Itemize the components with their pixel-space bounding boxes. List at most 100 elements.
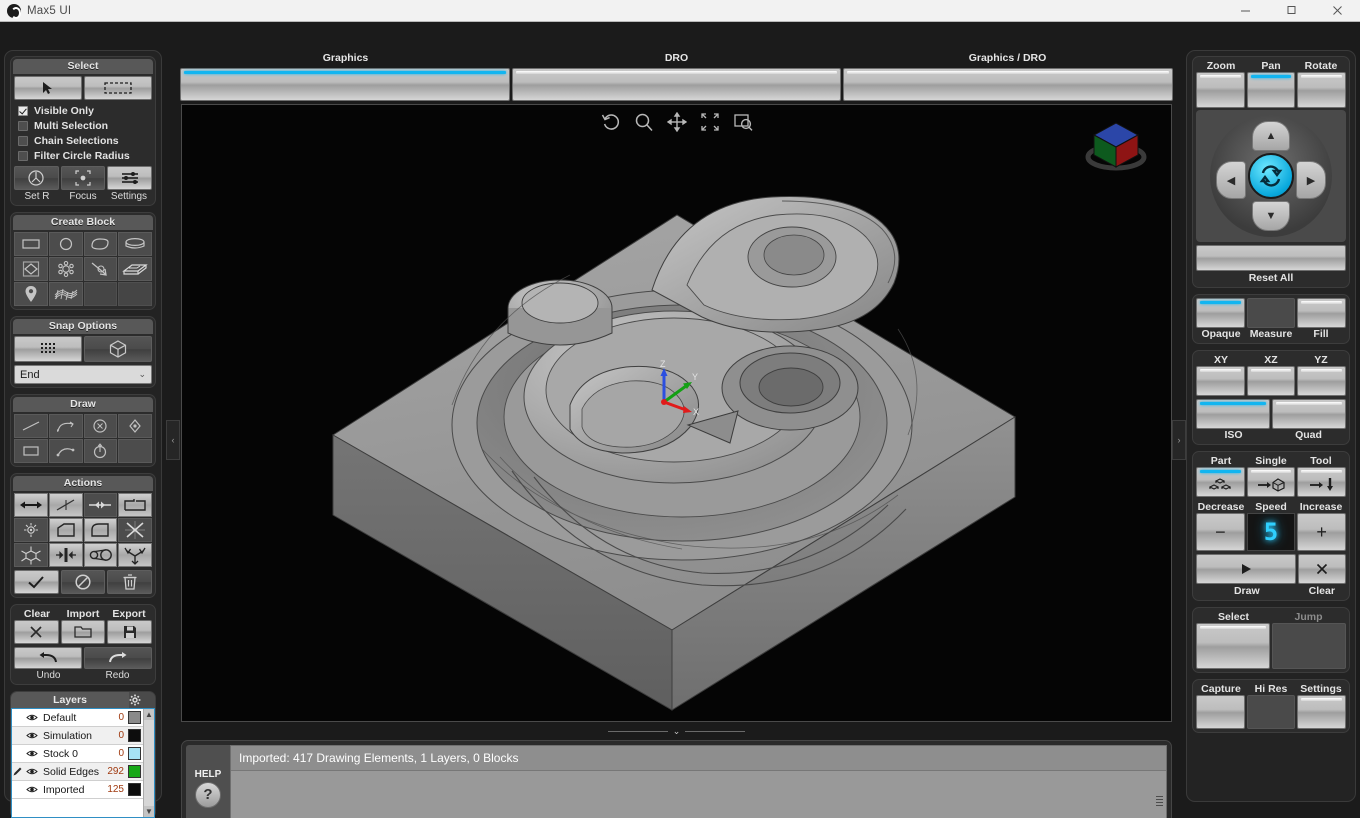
gear-icon[interactable] xyxy=(129,692,155,708)
stacked-parts-icon[interactable] xyxy=(1196,467,1245,497)
undo-button[interactable] xyxy=(14,647,82,669)
undo-view-icon[interactable] xyxy=(599,110,623,134)
dpad-up-button[interactable]: ▲ xyxy=(1252,121,1290,151)
arc-icon[interactable] xyxy=(48,414,83,438)
xy-view-button[interactable] xyxy=(1196,366,1245,396)
capture-settings-button[interactable] xyxy=(1297,695,1347,729)
delete-button[interactable] xyxy=(107,570,153,594)
shorten-icon[interactable] xyxy=(83,493,118,517)
checkbox-chain-selections[interactable]: Chain Selections xyxy=(14,133,152,148)
layer-color-swatch[interactable] xyxy=(128,711,141,724)
import-folder-icon[interactable] xyxy=(60,620,106,644)
maximize-button[interactable] xyxy=(1268,0,1314,21)
trim-line-icon[interactable] xyxy=(48,493,83,517)
rectangle-icon[interactable] xyxy=(14,439,48,463)
table-row[interactable]: Default 0 xyxy=(12,709,143,727)
layer-color-swatch[interactable] xyxy=(128,765,141,778)
pointer-select-button[interactable] xyxy=(14,76,82,100)
offset-contour-icon[interactable] xyxy=(118,493,152,517)
opaque-button[interactable] xyxy=(1196,298,1245,328)
branch-icon[interactable] xyxy=(118,543,152,567)
fillet-icon[interactable] xyxy=(83,518,118,542)
fill-button[interactable] xyxy=(1297,298,1347,328)
rectangle-block-icon[interactable] xyxy=(14,232,48,256)
window-select-button[interactable] xyxy=(84,76,152,100)
intersect-icon[interactable] xyxy=(118,518,152,542)
resize-grip-icon[interactable] xyxy=(1155,794,1164,808)
dpad-down-button[interactable]: ▼ xyxy=(1252,201,1290,231)
cylinder-block-icon[interactable] xyxy=(118,232,152,256)
scroll-down-icon[interactable]: ▼ xyxy=(144,806,154,817)
grid-snap-icon[interactable] xyxy=(14,336,82,362)
zoom-window-icon[interactable] xyxy=(731,110,755,134)
close-button[interactable] xyxy=(1314,0,1360,21)
zoom-icon[interactable] xyxy=(632,110,656,134)
set-r-button[interactable] xyxy=(14,166,59,190)
explode-icon[interactable] xyxy=(14,543,48,567)
refresh-cycle-icon[interactable] xyxy=(1248,153,1294,199)
draw-play-button[interactable] xyxy=(1196,554,1296,584)
link-loop-icon[interactable] xyxy=(83,543,118,567)
circle-center-icon[interactable] xyxy=(83,414,118,438)
dpad-right-button[interactable]: ▶ xyxy=(1296,161,1326,199)
view-cube[interactable] xyxy=(1083,115,1149,175)
speed-increase-button[interactable]: + xyxy=(1297,513,1347,551)
dpad-left-button[interactable]: ◀ xyxy=(1216,161,1246,199)
zoom-mode-button[interactable] xyxy=(1196,72,1245,108)
point-node-icon[interactable] xyxy=(118,414,152,438)
redo-button[interactable] xyxy=(84,647,152,669)
arc-3point-icon[interactable] xyxy=(48,439,83,463)
question-mark-icon[interactable]: ? xyxy=(195,781,221,808)
quad-view-button[interactable] xyxy=(1272,399,1346,429)
capture-button[interactable] xyxy=(1196,695,1245,729)
circle-block-icon[interactable] xyxy=(48,232,83,256)
settings-button[interactable] xyxy=(107,166,153,190)
viewport-splitter[interactable]: ⌄ xyxy=(181,724,1172,738)
visible-only-checkbox[interactable] xyxy=(18,105,28,116)
table-row[interactable]: Solid Edges 292 xyxy=(12,763,143,781)
eye-icon[interactable] xyxy=(26,785,40,794)
eye-icon[interactable] xyxy=(26,767,40,776)
cube-snap-icon[interactable] xyxy=(84,336,152,362)
dimension-arrow-icon[interactable] xyxy=(83,257,118,281)
layers-scrollbar[interactable]: ▲ ▼ xyxy=(143,709,154,817)
reset-all-button[interactable] xyxy=(1196,245,1346,271)
layer-pen-icon[interactable] xyxy=(12,766,26,777)
graphics-viewport[interactable]: Z Y X xyxy=(181,104,1172,722)
pan-mode-button[interactable] xyxy=(1246,72,1296,108)
mirror-icon[interactable] xyxy=(48,543,83,567)
reject-button[interactable] xyxy=(60,570,106,594)
speed-decrease-button[interactable]: − xyxy=(1196,513,1245,551)
select-tool-button[interactable] xyxy=(1196,623,1270,669)
yz-view-button[interactable] xyxy=(1297,366,1347,396)
focus-button[interactable] xyxy=(60,166,106,190)
eye-icon[interactable] xyxy=(26,749,40,758)
rotate-point-icon[interactable] xyxy=(14,518,48,542)
chain-selections-checkbox[interactable] xyxy=(18,135,28,146)
checkbox-filter-circle-radius[interactable]: Filter Circle Radius xyxy=(14,148,152,163)
table-row[interactable]: Imported 125 xyxy=(12,781,143,799)
clear-sim-button[interactable] xyxy=(1297,554,1346,584)
extend-both-icon[interactable] xyxy=(14,493,48,517)
circle-radius-icon[interactable] xyxy=(83,439,118,463)
minimize-button[interactable] xyxy=(1222,0,1268,21)
pan-icon[interactable] xyxy=(665,110,689,134)
snap-mode-dropdown[interactable]: End ⌄ xyxy=(14,365,152,384)
checkbox-multi-selection[interactable]: Multi Selection xyxy=(14,118,152,133)
scroll-up-icon[interactable]: ▲ xyxy=(144,709,154,720)
measure-button[interactable] xyxy=(1246,298,1296,328)
chevron-down-icon[interactable]: ⌄ xyxy=(673,726,681,737)
chamfer-icon[interactable] xyxy=(48,518,83,542)
table-row[interactable]: Stock 0 0 xyxy=(12,745,143,763)
table-row[interactable]: Simulation 0 xyxy=(12,727,143,745)
gear-block-icon[interactable] xyxy=(48,257,83,281)
tab-graphics[interactable] xyxy=(180,68,510,101)
multi-selection-checkbox[interactable] xyxy=(18,120,28,131)
layer-color-swatch[interactable] xyxy=(128,747,141,760)
arrow-to-tool-icon[interactable] xyxy=(1297,467,1347,497)
ellipse-block-icon[interactable] xyxy=(83,232,118,256)
layer-color-swatch[interactable] xyxy=(128,729,141,742)
mesh-surface-icon[interactable] xyxy=(48,282,83,306)
export-save-icon[interactable] xyxy=(107,620,153,644)
iso-view-button[interactable] xyxy=(1196,399,1270,429)
